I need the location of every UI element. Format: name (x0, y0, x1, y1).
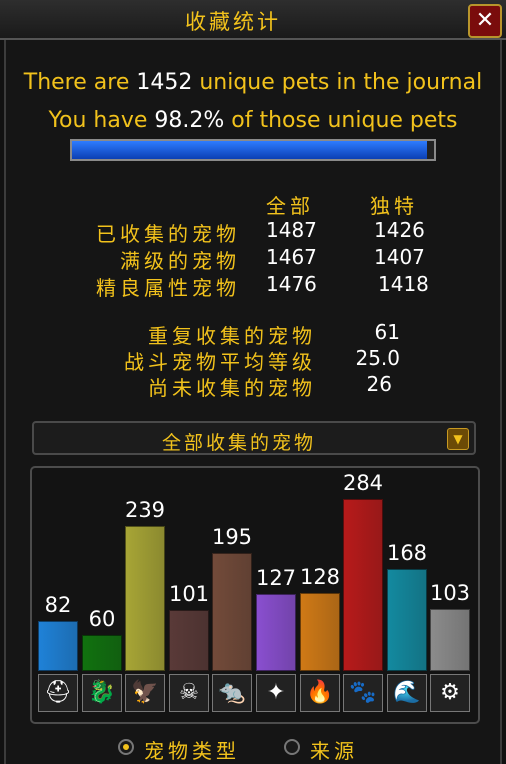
unique-total: 1452 (136, 70, 193, 95)
gear-icon[interactable]: ⚙ (430, 674, 470, 712)
max-level-all: 1467 (266, 245, 317, 269)
window-title: 收藏统计 (185, 10, 281, 34)
bar-aquatic (387, 569, 427, 671)
line2-suffix: of those unique pets (224, 108, 458, 133)
skull-icon[interactable]: ☠ (169, 674, 209, 712)
magic-star-icon[interactable]: ✦ (256, 674, 296, 712)
duplicate-pets-value: 61 (374, 320, 400, 344)
radio-source-label: 来源 (310, 739, 358, 763)
label-uncollected-pets: 尚未收集的宠物 (148, 376, 316, 400)
row-label-max-level: 满级的宠物 (120, 249, 240, 273)
line1-suffix: unique pets in the journal (192, 70, 483, 95)
bar-value-label: 127 (255, 566, 297, 590)
collected-all: 1487 (266, 218, 317, 242)
bar-value-label: 195 (211, 525, 253, 549)
rare-quality-all: 1476 (266, 272, 317, 296)
collection-progress-bar (70, 139, 436, 161)
average-level-value: 25.0 (355, 346, 400, 370)
bar-humanoid (38, 621, 78, 671)
owned-percent: 98.2% (154, 108, 225, 133)
dropdown-arrow-icon[interactable]: ▼ (447, 428, 469, 450)
row-label-collected: 已收集的宠物 (96, 222, 240, 246)
collected-unique: 1426 (374, 218, 425, 242)
paw-icon[interactable]: 🐾 (343, 674, 383, 712)
water-icon[interactable]: 🌊 (387, 674, 427, 712)
radio-pet-type[interactable] (118, 739, 134, 755)
chart-mode-radio-group: 宠物类型 来源 (0, 734, 506, 763)
bar-value-label: 168 (386, 541, 428, 565)
bar-elemental (300, 593, 340, 671)
bird-icon[interactable]: 🦅 (125, 674, 165, 712)
max-level-unique: 1407 (374, 245, 425, 269)
uncollected-pets-value: 26 (366, 372, 392, 396)
bar-value-label: 60 (88, 607, 116, 631)
collection-filter-dropdown[interactable]: 全部收集的宠物 ▼ (32, 421, 476, 455)
bar-value-label: 239 (124, 498, 166, 522)
bar-critter (212, 553, 252, 671)
bar-value-label: 284 (342, 471, 384, 495)
label-duplicate-pets: 重复收集的宠物 (148, 324, 316, 348)
bar-value-label: 128 (299, 565, 341, 589)
bar-value-label: 101 (168, 582, 210, 606)
bar-beast (343, 499, 383, 671)
dragon-icon[interactable]: 🐉 (82, 674, 122, 712)
bar-flying (125, 526, 165, 671)
flame-icon[interactable]: 🔥 (300, 674, 340, 712)
dropdown-selected-label: 全部收集的宠物 (161, 432, 316, 454)
progress-fill (72, 141, 428, 159)
column-header-unique: 独特 (370, 194, 418, 218)
bar-value-label: 103 (429, 581, 471, 605)
rare-quality-unique: 1418 (378, 272, 429, 296)
unique-pets-total-line: There are 1452 unique pets in the journa… (0, 70, 506, 95)
radio-pet-type-label: 宠物类型 (144, 739, 240, 763)
close-button[interactable]: ✕ (468, 4, 502, 38)
row-label-rare-quality: 精良属性宠物 (96, 276, 240, 300)
line1-prefix: There are (23, 70, 137, 95)
bar-undead (169, 610, 209, 671)
critter-icon[interactable]: 🐀 (212, 674, 252, 712)
bar-magic (256, 594, 296, 671)
column-header-all: 全部 (266, 194, 314, 218)
owned-percent-line: You have 98.2% of those unique pets (0, 108, 506, 133)
label-average-level: 战斗宠物平均等级 (124, 350, 316, 374)
bar-mechanical (430, 609, 470, 671)
radio-source[interactable] (284, 739, 300, 755)
helmet-icon[interactable]: ⛑ (38, 674, 78, 712)
bar-dragonkin (82, 635, 122, 671)
line2-prefix: You have (48, 108, 155, 133)
title-bar: 收藏统计 ✕ (0, 0, 506, 40)
bar-value-label: 82 (44, 593, 72, 617)
